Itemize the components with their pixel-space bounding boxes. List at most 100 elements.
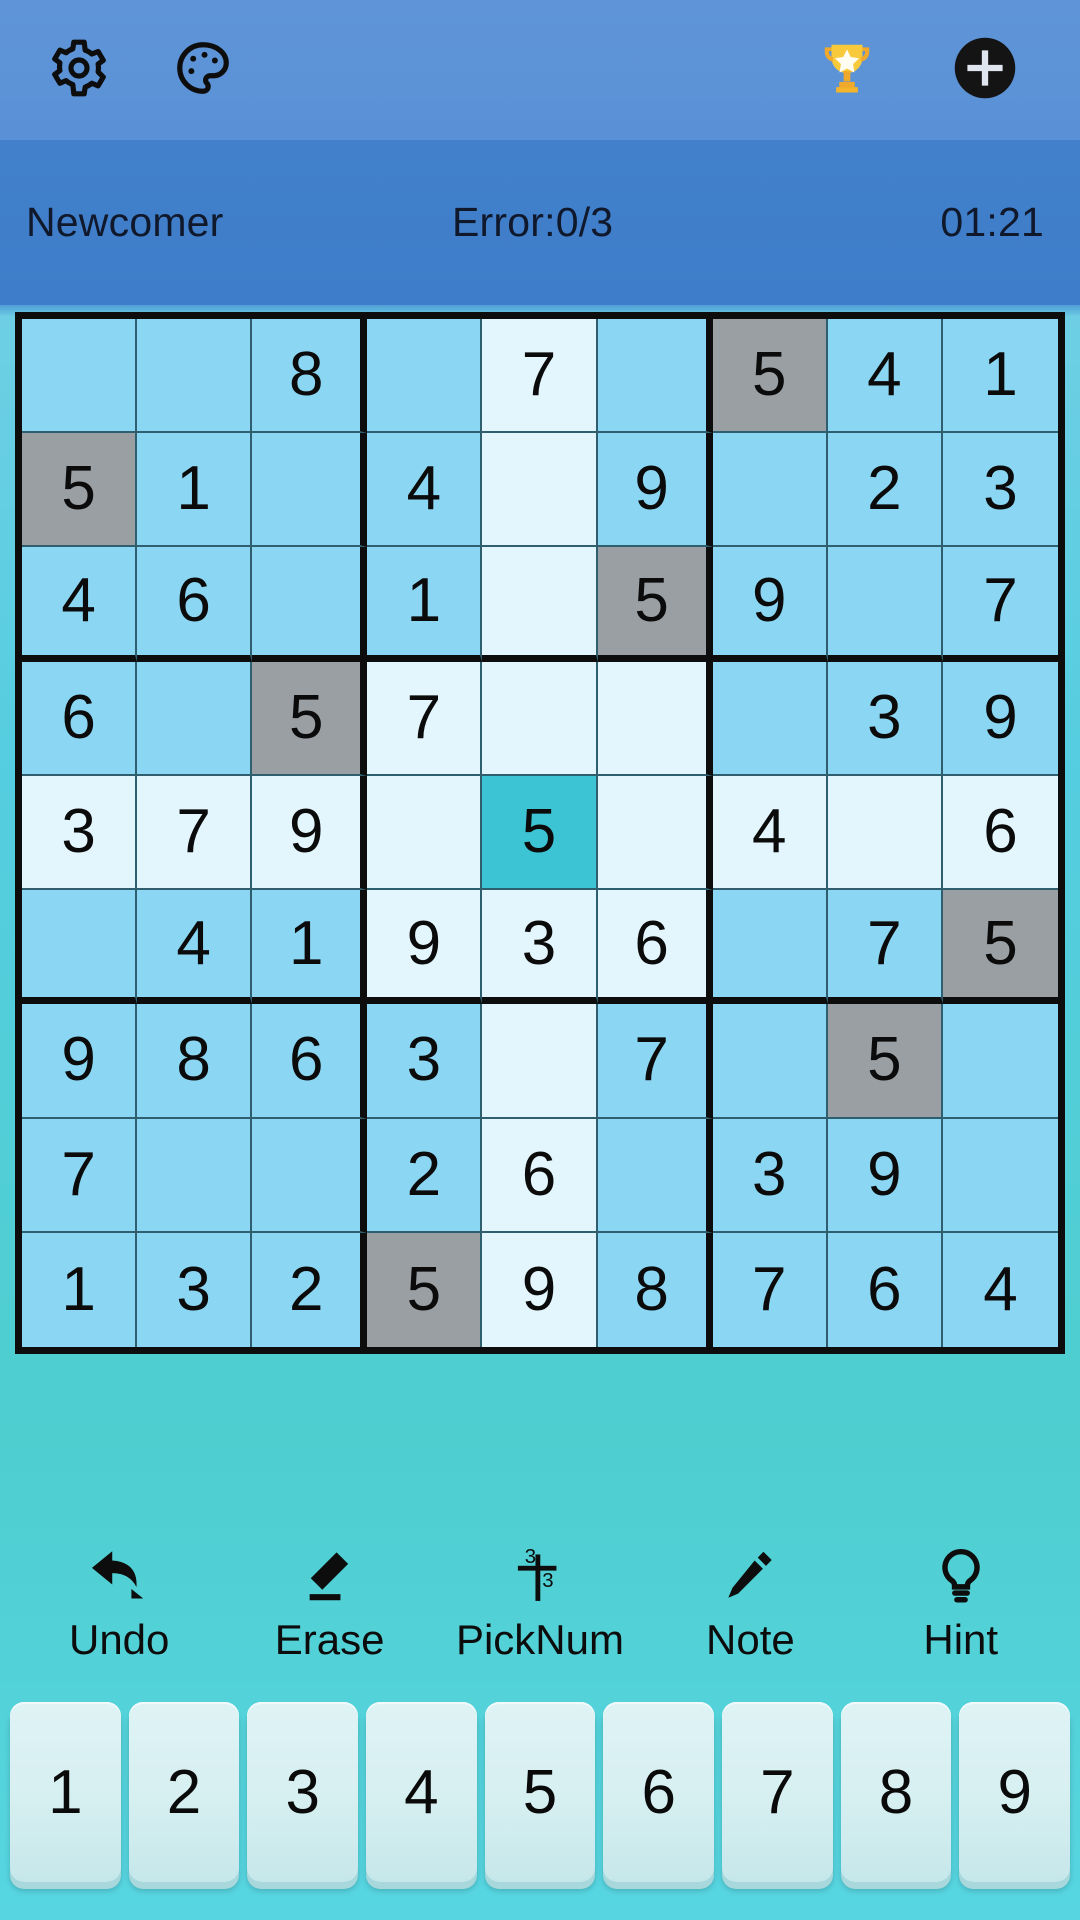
add-button[interactable] (952, 35, 1018, 106)
number-key-1[interactable]: 1 (10, 1702, 121, 1882)
tool-hint-button[interactable]: Hint (866, 1540, 1056, 1664)
sudoku-cell-r2c7[interactable] (712, 433, 828, 548)
sudoku-cell-r6c6[interactable]: 6 (597, 890, 713, 1005)
sudoku-cell-r3c9[interactable]: 7 (942, 547, 1058, 662)
sudoku-cell-r7c7[interactable] (712, 1004, 828, 1119)
tool-erase-button[interactable]: Erase (235, 1540, 425, 1664)
sudoku-cell-r8c9[interactable] (942, 1118, 1058, 1233)
sudoku-cell-r1c1[interactable] (22, 319, 138, 434)
sudoku-cell-r5c4[interactable] (367, 775, 483, 891)
sudoku-cell-r7c3[interactable]: 6 (252, 1004, 368, 1119)
sudoku-cell-r6c7[interactable] (712, 890, 828, 1005)
sudoku-cell-r1c4[interactable] (367, 319, 483, 434)
sudoku-cell-r3c7[interactable]: 9 (712, 547, 828, 662)
sudoku-cell-r9c9[interactable]: 4 (942, 1232, 1058, 1347)
number-key-3[interactable]: 3 (247, 1702, 359, 1882)
sudoku-cell-r4c3[interactable]: 5 (252, 661, 368, 776)
sudoku-cell-r9c1[interactable]: 1 (22, 1232, 138, 1347)
sudoku-cell-r1c8[interactable]: 4 (827, 319, 943, 434)
sudoku-cell-r2c1[interactable]: 5 (22, 433, 138, 548)
number-key-8[interactable]: 8 (840, 1702, 952, 1882)
sudoku-cell-r7c2[interactable]: 8 (137, 1004, 253, 1119)
sudoku-cell-r4c6[interactable] (597, 661, 713, 776)
sudoku-cell-r1c6[interactable] (597, 319, 713, 434)
number-key-4[interactable]: 4 (366, 1702, 477, 1882)
sudoku-cell-r6c9[interactable]: 5 (942, 890, 1058, 1005)
number-key-9[interactable]: 9 (959, 1702, 1071, 1882)
sudoku-cell-r3c6[interactable]: 5 (597, 547, 713, 662)
sudoku-cell-r7c5[interactable] (482, 1004, 598, 1119)
sudoku-cell-r6c1[interactable] (22, 890, 138, 1005)
sudoku-cell-r4c7[interactable] (712, 661, 828, 776)
sudoku-cell-r2c3[interactable] (252, 433, 368, 548)
sudoku-cell-r8c2[interactable] (137, 1118, 253, 1233)
sudoku-cell-r8c1[interactable]: 7 (22, 1118, 138, 1233)
sudoku-cell-r4c5[interactable] (482, 661, 598, 776)
sudoku-cell-r7c8[interactable]: 5 (827, 1004, 943, 1119)
sudoku-cell-r9c7[interactable]: 7 (712, 1232, 828, 1347)
sudoku-cell-r1c7[interactable]: 5 (712, 319, 828, 434)
sudoku-cell-r5c9[interactable]: 6 (942, 775, 1058, 891)
sudoku-cell-r2c5[interactable] (482, 433, 598, 548)
sudoku-cell-r1c5[interactable]: 7 (482, 319, 598, 434)
sudoku-cell-r5c3[interactable]: 9 (252, 775, 368, 891)
sudoku-cell-r1c9[interactable]: 1 (942, 319, 1058, 434)
sudoku-cell-r3c8[interactable] (827, 547, 943, 662)
number-key-6[interactable]: 6 (603, 1702, 715, 1882)
sudoku-cell-r6c4[interactable]: 9 (367, 890, 483, 1005)
sudoku-cell-r8c3[interactable] (252, 1118, 368, 1233)
achievements-button[interactable] (816, 37, 878, 104)
sudoku-cell-r7c4[interactable]: 3 (367, 1004, 483, 1119)
sudoku-cell-r1c3[interactable]: 8 (252, 319, 368, 434)
sudoku-cell-r3c3[interactable] (252, 547, 368, 662)
sudoku-cell-r7c6[interactable]: 7 (597, 1004, 713, 1119)
sudoku-cell-r4c1[interactable]: 6 (22, 661, 138, 776)
sudoku-cell-r3c4[interactable]: 1 (367, 547, 483, 662)
sudoku-cell-r5c5[interactable]: 5 (482, 775, 598, 891)
theme-button[interactable] (172, 37, 234, 104)
sudoku-cell-r6c5[interactable]: 3 (482, 890, 598, 1005)
sudoku-cell-r1c2[interactable] (137, 319, 253, 434)
sudoku-cell-r6c3[interactable]: 1 (252, 890, 368, 1005)
sudoku-cell-r9c6[interactable]: 8 (597, 1232, 713, 1347)
sudoku-cell-r2c9[interactable]: 3 (942, 433, 1058, 548)
number-key-7[interactable]: 7 (722, 1702, 833, 1882)
tool-picknum-button[interactable]: 3 3 PickNum (445, 1540, 635, 1664)
number-key-2[interactable]: 2 (128, 1702, 240, 1882)
sudoku-cell-r5c8[interactable] (827, 775, 943, 891)
sudoku-cell-r3c1[interactable]: 4 (22, 547, 138, 662)
settings-button[interactable] (48, 37, 110, 104)
sudoku-cell-r8c6[interactable] (597, 1118, 713, 1233)
sudoku-cell-r6c8[interactable]: 7 (827, 890, 943, 1005)
sudoku-cell-r5c7[interactable]: 4 (712, 775, 828, 891)
sudoku-board[interactable]: 8754151492346159765739379546419367598637… (15, 312, 1065, 1354)
sudoku-cell-r4c2[interactable] (137, 661, 253, 776)
sudoku-cell-r5c6[interactable] (597, 775, 713, 891)
tool-note-button[interactable]: Note (655, 1540, 845, 1664)
sudoku-cell-r9c8[interactable]: 6 (827, 1232, 943, 1347)
sudoku-cell-r9c5[interactable]: 9 (482, 1232, 598, 1347)
number-key-5[interactable]: 5 (484, 1702, 596, 1882)
sudoku-cell-r3c5[interactable] (482, 547, 598, 662)
sudoku-cell-r5c2[interactable]: 7 (137, 775, 253, 891)
sudoku-cell-r4c4[interactable]: 7 (367, 661, 483, 776)
sudoku-cell-r2c2[interactable]: 1 (137, 433, 253, 548)
sudoku-cell-r5c1[interactable]: 3 (22, 775, 138, 891)
sudoku-cell-r2c4[interactable]: 4 (367, 433, 483, 548)
sudoku-cell-r3c2[interactable]: 6 (137, 547, 253, 662)
sudoku-cell-r8c4[interactable]: 2 (367, 1118, 483, 1233)
sudoku-cell-r6c2[interactable]: 4 (137, 890, 253, 1005)
tool-undo-button[interactable]: Undo (24, 1540, 214, 1664)
sudoku-cell-r8c7[interactable]: 3 (712, 1118, 828, 1233)
sudoku-cell-r9c4[interactable]: 5 (367, 1232, 483, 1347)
sudoku-cell-r4c9[interactable]: 9 (942, 661, 1058, 776)
sudoku-cell-r2c6[interactable]: 9 (597, 433, 713, 548)
sudoku-cell-r9c3[interactable]: 2 (252, 1232, 368, 1347)
sudoku-cell-r9c2[interactable]: 3 (137, 1232, 253, 1347)
sudoku-cell-r8c8[interactable]: 9 (827, 1118, 943, 1233)
sudoku-cell-r2c8[interactable]: 2 (827, 433, 943, 548)
sudoku-cell-r4c8[interactable]: 3 (827, 661, 943, 776)
sudoku-cell-r7c1[interactable]: 9 (22, 1004, 138, 1119)
sudoku-cell-r8c5[interactable]: 6 (482, 1118, 598, 1233)
sudoku-cell-r7c9[interactable] (942, 1004, 1058, 1119)
